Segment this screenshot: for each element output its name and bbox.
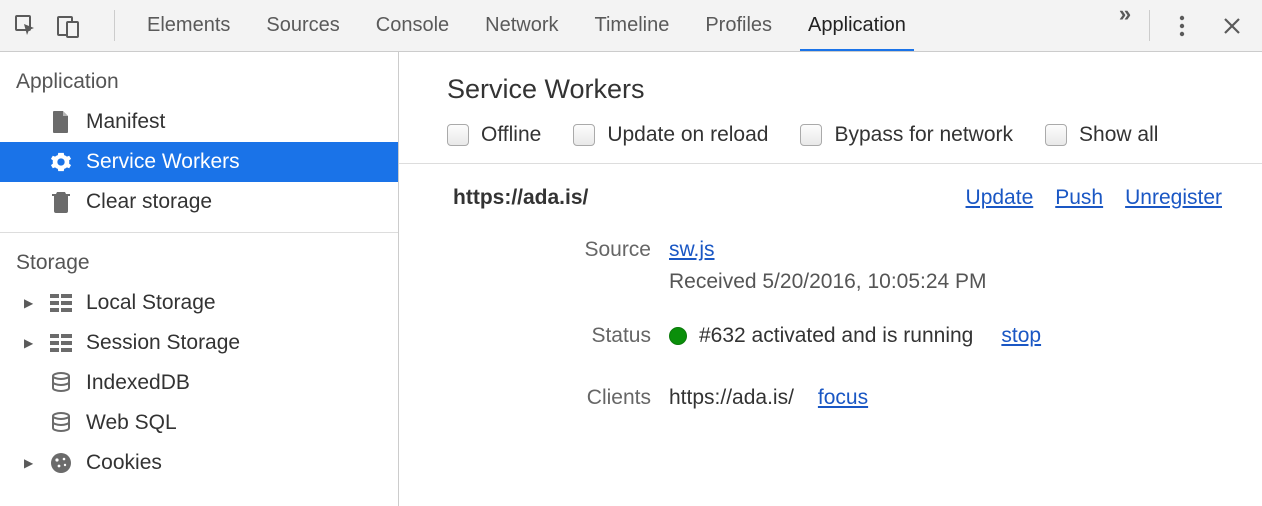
sidebar-section-title: Storage xyxy=(0,233,398,283)
checkbox-icon xyxy=(447,124,469,146)
client-url: https://ada.is/ xyxy=(669,382,794,414)
update-on-reload-label: Update on reload xyxy=(607,123,768,147)
sidebar-item-label: Clear storage xyxy=(86,190,212,214)
tab-sources[interactable]: Sources xyxy=(248,0,357,51)
stop-link[interactable]: stop xyxy=(1001,320,1041,352)
show-all-label: Show all xyxy=(1079,123,1158,147)
sidebar-item-service-workers[interactable]: Service Workers xyxy=(0,142,398,182)
db-icon xyxy=(48,372,74,394)
topbar-right xyxy=(1160,0,1262,51)
sidebar-item-label: Local Storage xyxy=(86,291,216,315)
sw-origin: https://ada.is/ xyxy=(453,186,588,210)
tab-profiles[interactable]: Profiles xyxy=(687,0,790,51)
sw-actions: Update Push Unregister xyxy=(966,186,1222,210)
grid-icon xyxy=(48,294,74,312)
status-text: #632 activated and is running xyxy=(699,320,973,352)
disclosure-triangle-icon[interactable]: ▶ xyxy=(24,456,38,470)
devtools-topbar: ElementsSourcesConsoleNetworkTimelinePro… xyxy=(0,0,1262,52)
checkbox-icon xyxy=(1045,124,1067,146)
update-on-reload-checkbox[interactable]: Update on reload xyxy=(573,123,768,147)
disclosure-triangle-icon[interactable]: ▶ xyxy=(24,296,38,310)
tab-console[interactable]: Console xyxy=(358,0,467,51)
more-tabs-icon[interactable]: » xyxy=(1111,0,1139,28)
bypass-for-network-checkbox[interactable]: Bypass for network xyxy=(800,123,1013,147)
db-icon xyxy=(48,412,74,434)
topbar-left xyxy=(0,0,104,51)
sidebar-item-session-storage[interactable]: ▶ Session Storage xyxy=(0,323,398,363)
cookie-icon xyxy=(48,452,74,474)
checkbox-icon xyxy=(800,124,822,146)
disclosure-triangle-icon[interactable]: ▶ xyxy=(24,336,38,350)
sw-status-row: Status #632 activated and is running sto… xyxy=(399,314,1262,358)
trash-icon xyxy=(48,190,74,214)
devtools-body: Application Manifest Service Workers Clear … xyxy=(0,52,1262,506)
status-label: Status xyxy=(399,320,669,352)
devtools-tabs: ElementsSourcesConsoleNetworkTimelinePro… xyxy=(125,0,1103,51)
sidebar-item-label: Service Workers xyxy=(86,150,240,174)
grid-icon xyxy=(48,334,74,352)
close-icon[interactable] xyxy=(1218,12,1246,40)
tab-timeline[interactable]: Timeline xyxy=(577,0,688,51)
sw-origin-row: https://ada.is/ Update Push Unregister xyxy=(399,164,1262,228)
separator xyxy=(1149,10,1150,41)
source-received: Received 5/20/2016, 10:05:24 PM xyxy=(669,266,987,298)
sidebar-item-cookies[interactable]: ▶ Cookies xyxy=(0,443,398,483)
kebab-menu-icon[interactable] xyxy=(1168,12,1196,40)
separator xyxy=(114,10,115,41)
offline-label: Offline xyxy=(481,123,541,147)
gear-icon xyxy=(48,151,74,173)
inspect-element-icon[interactable] xyxy=(12,12,40,40)
sw-source-row: Source sw.js Received 5/20/2016, 10:05:2… xyxy=(399,228,1262,304)
sidebar-item-web-sql[interactable]: Web SQL xyxy=(0,403,398,443)
sidebar-item-indexeddb[interactable]: IndexedDB xyxy=(0,363,398,403)
sidebar-item-label: Cookies xyxy=(86,451,162,475)
sidebar-item-manifest[interactable]: Manifest xyxy=(0,102,398,142)
page-title: Service Workers xyxy=(399,52,1262,111)
sidebar-item-label: Session Storage xyxy=(86,331,240,355)
push-link[interactable]: Push xyxy=(1055,186,1103,210)
checkbox-icon xyxy=(573,124,595,146)
bypass-for-network-label: Bypass for network xyxy=(834,123,1013,147)
sw-clients-row: Clients https://ada.is/ focus xyxy=(399,376,1262,420)
file-icon xyxy=(48,110,74,134)
update-link[interactable]: Update xyxy=(966,186,1034,210)
application-sidebar: Application Manifest Service Workers Clear … xyxy=(0,52,399,506)
main-scroll[interactable]: Service Workers Offline Update on reload… xyxy=(399,52,1262,506)
status-dot-icon xyxy=(669,327,687,345)
sidebar-item-label: IndexedDB xyxy=(86,371,190,395)
sidebar-item-clear-storage[interactable]: Clear storage xyxy=(0,182,398,222)
main-pane: Service Workers Offline Update on reload… xyxy=(399,52,1262,506)
sidebar-section-title: Application xyxy=(0,52,398,102)
unregister-link[interactable]: Unregister xyxy=(1125,186,1222,210)
source-label: Source xyxy=(399,234,669,266)
sidebar-item-label: Web SQL xyxy=(86,411,177,435)
sidebar-item-local-storage[interactable]: ▶ Local Storage xyxy=(0,283,398,323)
source-script-link[interactable]: sw.js xyxy=(669,234,987,266)
focus-link[interactable]: focus xyxy=(818,382,868,414)
sidebar-item-label: Manifest xyxy=(86,110,165,134)
tab-elements[interactable]: Elements xyxy=(129,0,248,51)
show-all-checkbox[interactable]: Show all xyxy=(1045,123,1158,147)
device-toolbar-icon[interactable] xyxy=(54,12,82,40)
tab-application[interactable]: Application xyxy=(790,0,924,51)
tab-network[interactable]: Network xyxy=(467,0,576,51)
sw-options-row: Offline Update on reload Bypass for netw… xyxy=(399,111,1262,164)
offline-checkbox[interactable]: Offline xyxy=(447,123,541,147)
clients-label: Clients xyxy=(399,382,669,414)
